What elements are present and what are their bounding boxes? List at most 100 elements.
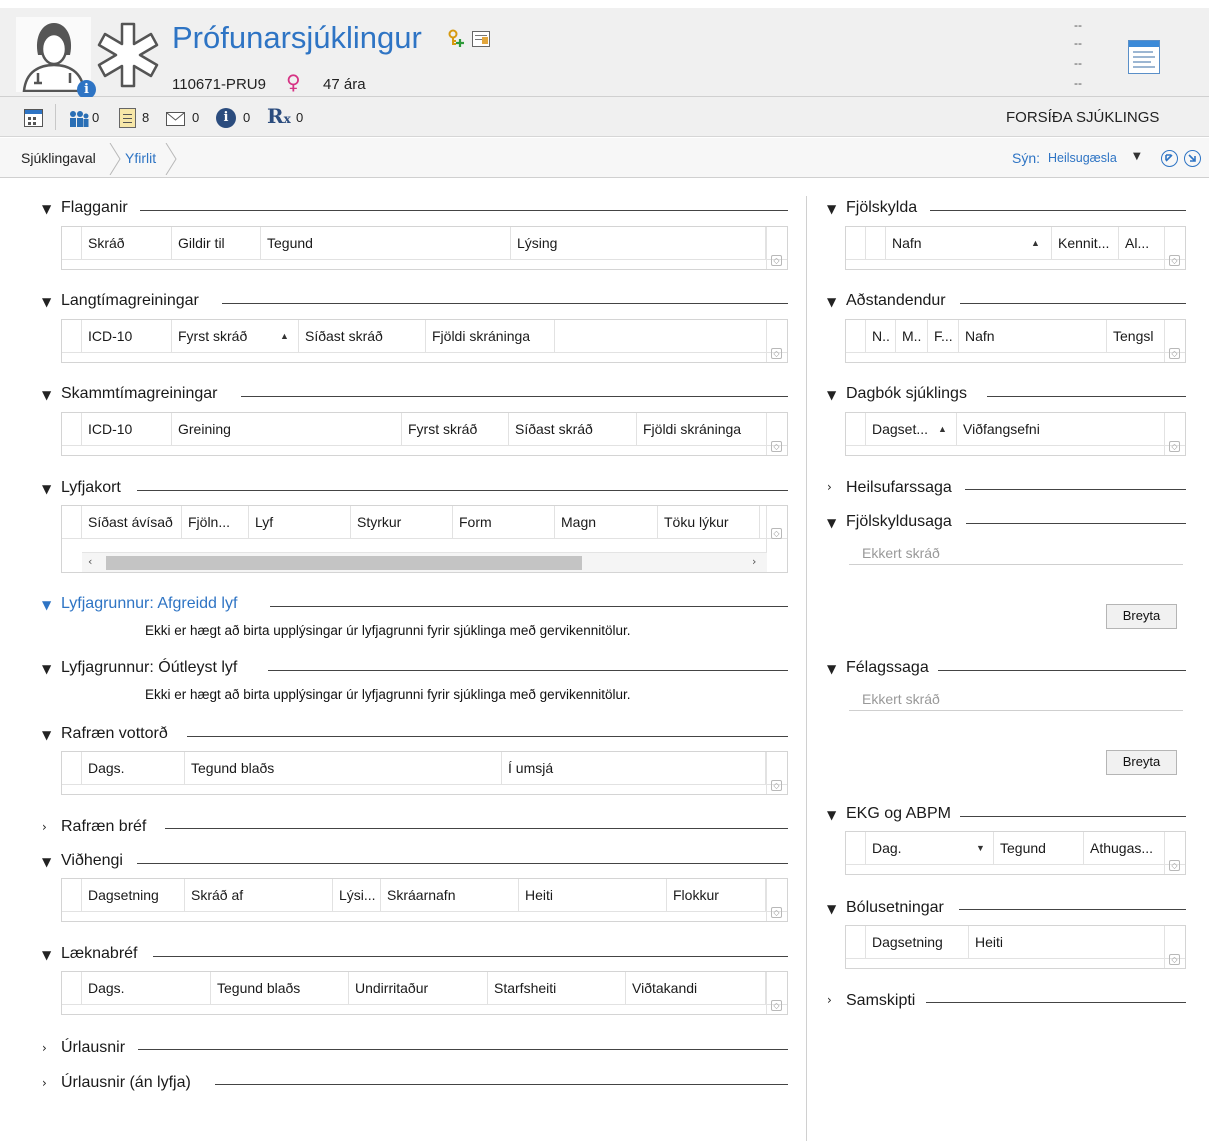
column-header[interactable]: Lyf [249, 506, 351, 539]
column-header[interactable]: Starfsheiti [488, 972, 626, 1005]
chevron-down-icon[interactable]: ▼ [827, 662, 836, 676]
chevron-down-icon[interactable]: ▼ [827, 516, 836, 530]
column-header[interactable]: Heiti [519, 879, 667, 912]
scrollbar[interactable]: ◇ [1164, 320, 1185, 362]
section-title-outleyst-lyf[interactable]: Lyfjagrunnur: Óútleyst lyf [61, 659, 237, 677]
chevron-down-icon[interactable]: ▼ [827, 295, 836, 309]
chevron-down-icon[interactable]: ▼ [42, 948, 51, 962]
column-header[interactable]: Nafn ▲ [886, 227, 1052, 260]
scrollbar[interactable]: ◇ [1164, 413, 1185, 455]
column-header[interactable]: Dags. [82, 752, 185, 785]
column-header[interactable]: Tegund blaðs [211, 972, 349, 1005]
key-add-icon[interactable] [448, 28, 465, 48]
scrollbar[interactable]: ◇ [766, 506, 787, 552]
breadcrumb-item-patient-select[interactable]: Sjúklingaval [21, 150, 96, 166]
column-header[interactable]: Undirritaður [349, 972, 488, 1005]
layout-icon[interactable] [1128, 40, 1160, 74]
scrollbar[interactable]: ◇ [766, 320, 787, 362]
collapse-all-icon[interactable] [1161, 150, 1178, 167]
column-header[interactable]: Lýsing [511, 227, 766, 260]
chevron-down-icon[interactable]: ▼ [42, 388, 51, 402]
scrollbar[interactable]: ◇ [1164, 832, 1185, 874]
column-header[interactable]: Fjöln... [182, 506, 249, 539]
chevron-down-icon[interactable]: ▼ [42, 855, 51, 869]
scroll-right-icon[interactable]: › [752, 555, 756, 568]
column-header[interactable]: Dags. [82, 972, 211, 1005]
horizontal-scrollbar[interactable]: ‹ › [82, 552, 767, 572]
column-header[interactable]: Síðast skráð [299, 320, 426, 353]
section-title-rafraen-bref[interactable]: Rafræn bréf [61, 818, 146, 836]
column-header[interactable]: Tegund blaðs [185, 752, 502, 785]
column-header[interactable]: Tegund [261, 227, 511, 260]
scrollbar[interactable]: ◇ [766, 752, 787, 794]
chevron-down-icon[interactable]: ▼ [827, 902, 836, 916]
section-title-adstandendur[interactable]: Aðstandendur [846, 292, 946, 310]
chevron-down-icon[interactable]: ▼ [42, 295, 51, 309]
expand-all-icon[interactable] [1184, 150, 1201, 167]
column-header[interactable]: Töku lýkur [658, 506, 760, 539]
scrollbar[interactable]: ◇ [766, 227, 787, 269]
info-icon[interactable]: i [216, 108, 236, 128]
calendar-icon[interactable] [24, 109, 43, 127]
section-title-vidhengi[interactable]: Viðhengi [61, 852, 123, 870]
chevron-down-icon[interactable]: ▼ [42, 482, 51, 496]
column-header[interactable]: Styrkur [351, 506, 453, 539]
section-title-urlausnir-an-lyfja[interactable]: Úrlausnir (án lyfja) [61, 1074, 191, 1092]
column-header[interactable]: Skráarnafn [381, 879, 519, 912]
column-header[interactable]: Gildir til [172, 227, 261, 260]
column-header[interactable]: Lýsi... [333, 879, 381, 912]
section-title-ekg[interactable]: EKG og ABPM [846, 805, 951, 823]
section-title-flagganir[interactable]: Flagganir [61, 199, 128, 217]
chevron-right-icon[interactable]: › [827, 480, 832, 494]
column-header[interactable]: Dagsetning [866, 926, 969, 959]
dropdown-arrow-icon[interactable]: ▼ [1133, 151, 1141, 162]
section-title-lyfjakort[interactable]: Lyfjakort [61, 479, 121, 497]
chevron-down-icon[interactable]: ▼ [42, 662, 51, 676]
column-header[interactable]: Al... [1119, 227, 1165, 260]
column-header[interactable]: Athugas... [1084, 832, 1165, 865]
column-header[interactable]: Form [453, 506, 555, 539]
column-header[interactable]: Fyrst skráð ▲ [172, 320, 299, 353]
avatar[interactable] [16, 17, 91, 93]
section-title-afgreidd-lyf[interactable]: Lyfjagrunnur: Afgreidd lyf [61, 595, 237, 613]
column-header[interactable]: N.. [866, 320, 896, 353]
section-title-samskipti[interactable]: Samskipti [846, 992, 915, 1010]
section-title-skammtimagreiningar[interactable]: Skammtímagreiningar [61, 385, 218, 403]
scrollbar[interactable]: ◇ [766, 879, 787, 921]
prescription-icon[interactable]: Rx [267, 104, 291, 128]
column-header[interactable]: Magn [555, 506, 658, 539]
scrollbar[interactable]: ◇ [766, 413, 787, 455]
chevron-down-icon[interactable]: ▼ [42, 728, 51, 742]
column-header[interactable]: ICD-10 [82, 320, 172, 353]
chevron-right-icon[interactable]: › [42, 1076, 47, 1090]
chevron-down-icon[interactable]: ▼ [827, 388, 836, 402]
document-icon[interactable] [119, 108, 136, 128]
section-title-laeknabref[interactable]: Læknabréf [61, 945, 138, 963]
column-header[interactable]: Heiti [969, 926, 1165, 959]
column-header[interactable]: Kennit... [1052, 227, 1119, 260]
section-title-fjolskyldusaga[interactable]: Fjölskyldusaga [846, 513, 952, 531]
relations-icon[interactable] [68, 110, 90, 128]
section-title-rafraen-vottord[interactable]: Rafræn vottorð [61, 725, 168, 743]
column-header[interactable]: Dagset... ▲ [866, 413, 957, 446]
column-header[interactable]: Tengsl [1107, 320, 1165, 353]
column-header[interactable]: Fjöldi skráninga [637, 413, 767, 446]
note-icon[interactable] [472, 31, 490, 47]
section-title-bolusetningar[interactable]: Bólusetningar [846, 899, 944, 917]
column-header[interactable]: Síðast ávísað [82, 506, 182, 539]
column-header[interactable]: M.. [896, 320, 928, 353]
column-header[interactable]: Fjöldi skráninga [426, 320, 555, 353]
edit-family-history-button[interactable]: Breyta [1106, 604, 1177, 629]
section-title-dagbok[interactable]: Dagbók sjúklings [846, 385, 967, 403]
chevron-down-icon[interactable]: ▼ [42, 202, 51, 216]
envelope-icon[interactable] [166, 112, 185, 126]
column-header[interactable]: Greining [172, 413, 402, 446]
chevron-right-icon[interactable]: › [827, 993, 832, 1007]
column-header[interactable]: Dag. ▼ [866, 832, 994, 865]
scrollbar[interactable]: ◇ [1164, 227, 1185, 269]
column-header[interactable]: Tegund [994, 832, 1084, 865]
chevron-down-icon[interactable]: ▼ [827, 202, 836, 216]
column-header[interactable]: Í umsjá [502, 752, 766, 785]
chevron-right-icon[interactable]: › [42, 1041, 47, 1055]
column-header[interactable]: Skráð af [185, 879, 333, 912]
